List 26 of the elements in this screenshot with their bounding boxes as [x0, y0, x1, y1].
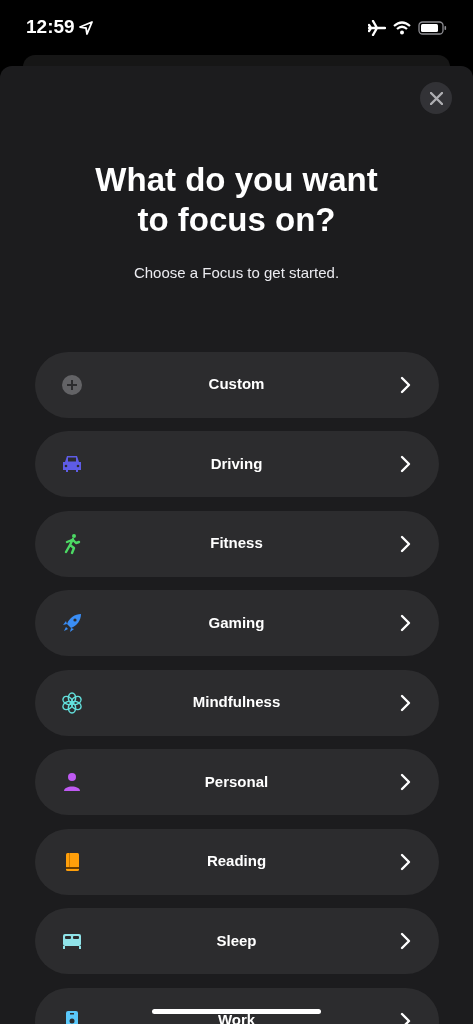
airplane-icon: [368, 19, 386, 36]
chevron-right-icon: [399, 614, 411, 632]
chevron-right-icon: [399, 932, 411, 950]
chevron-right-icon: [399, 1011, 411, 1024]
close-button[interactable]: [420, 82, 452, 114]
chevron-right-icon: [399, 773, 411, 791]
sheet-subtitle: Choose a Focus to get started.: [133, 263, 340, 283]
chevron-right-icon: [399, 852, 411, 871]
focus-option[interactable]: Driving: [34, 431, 439, 497]
focus-option[interactable]: Custom: [34, 351, 439, 418]
chevron-right-icon: [399, 534, 411, 553]
close-icon: [429, 91, 443, 105]
focus-option[interactable]: Personal: [34, 749, 439, 815]
wifi-icon: [393, 20, 411, 35]
focus-option[interactable]: Mindfulness: [34, 669, 439, 736]
location-arrow-icon: [78, 20, 93, 35]
focus-option[interactable]: Gaming: [34, 590, 439, 656]
focus-option[interactable]: Fitness: [34, 510, 439, 577]
focus-option[interactable]: Sleep: [34, 908, 439, 974]
focus-option[interactable]: Reading: [34, 828, 439, 895]
chevron-right-icon: [399, 375, 411, 394]
battery-icon: [418, 20, 447, 35]
status-time: 12:59: [26, 15, 75, 40]
chevron-right-icon: [399, 693, 411, 712]
chevron-right-icon: [399, 455, 411, 473]
sheet-title: What do you want to focus on?: [94, 160, 379, 240]
